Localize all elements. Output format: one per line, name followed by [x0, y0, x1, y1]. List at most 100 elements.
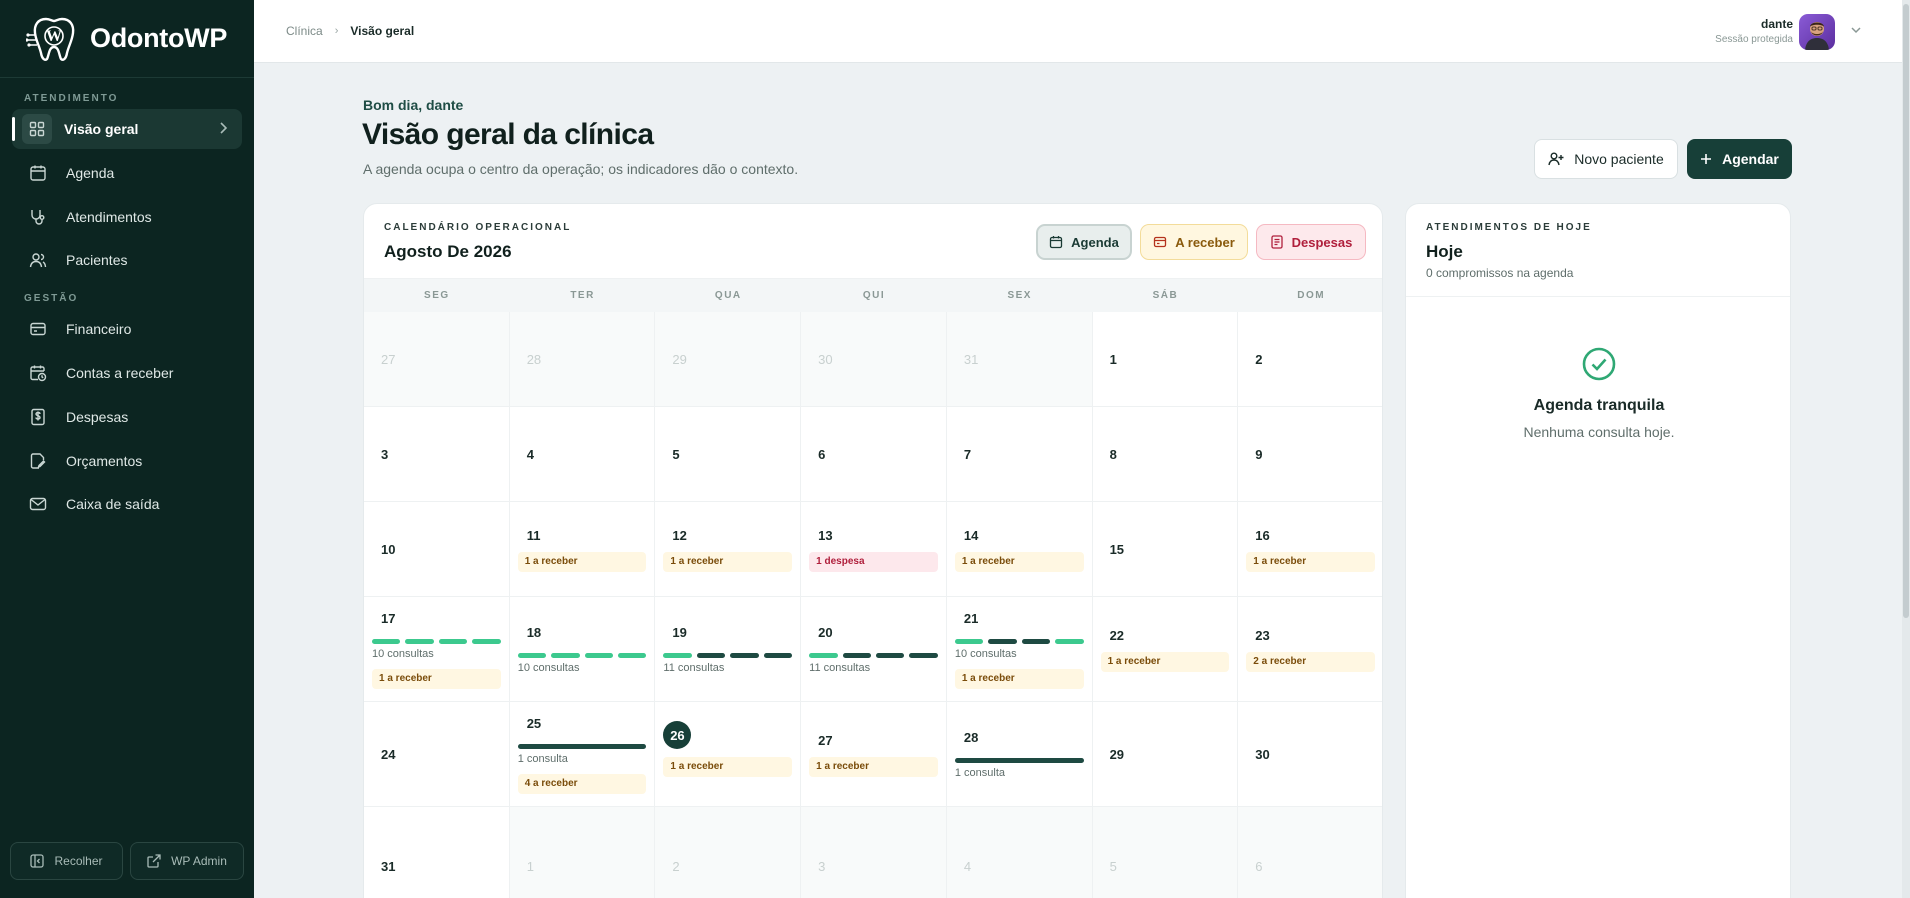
sidebar-item-label: Orçamentos	[66, 453, 143, 469]
sidebar-item-contas-a-receber[interactable]: Contas a receber	[12, 353, 242, 393]
sidebar-item-orcamentos[interactable]: Orçamentos	[12, 441, 242, 481]
consultation-count: 1 consulta	[517, 753, 568, 765]
filter-expenses-chip[interactable]: Despesas	[1256, 224, 1366, 260]
calendar-day-cell[interactable]: 11 1 a receber	[509, 502, 656, 597]
calendar-day-cell[interactable]: 4	[946, 807, 1093, 898]
receivable-badge[interactable]: 1 a receber	[372, 669, 501, 689]
receivable-badge[interactable]: 1 a receber	[517, 552, 647, 572]
calendar-day-cell[interactable]: 10	[364, 502, 510, 597]
collapse-sidebar-button[interactable]: Recolher	[10, 842, 123, 880]
sidebar-item-visao-geral[interactable]: Visão geral	[12, 109, 242, 149]
appointment-bar	[842, 653, 871, 658]
page-scrollbar[interactable]	[1902, 0, 1910, 898]
filter-receivable-chip[interactable]: A receber	[1140, 224, 1248, 260]
receivable-badge[interactable]: 2 a receber	[1246, 652, 1375, 672]
todays-appointments: ATENDIMENTOS DE HOJE Hoje 0 compromissos…	[1405, 203, 1791, 898]
new-patient-button[interactable]: Novo paciente	[1534, 139, 1678, 179]
page-subtitle: A agenda ocupa o centro da operação; os …	[363, 161, 799, 177]
filter-agenda-chip[interactable]: Agenda	[1036, 224, 1132, 260]
calendar-day-cell[interactable]: 6	[1238, 807, 1382, 898]
sidebar-item-agenda[interactable]: Agenda	[12, 153, 242, 193]
calendar-day-cell[interactable]: 21 10 consultas 1 a receber	[946, 597, 1093, 702]
calendar-day-cell[interactable]: 3	[801, 807, 947, 898]
avatar[interactable]	[1799, 14, 1835, 50]
calendar-day-cell[interactable]: 30	[1238, 702, 1382, 807]
day-number: 31	[963, 352, 979, 367]
calendar-day-cell[interactable]: 15	[1092, 502, 1239, 597]
calendar-day-cell[interactable]: 12 1 a receber	[655, 502, 802, 597]
calendar-day-cell[interactable]: 25 1 consulta 4 a receber	[509, 702, 656, 807]
day-number: 2	[1255, 352, 1263, 367]
calendar-day-cell[interactable]: 5	[1092, 807, 1239, 898]
calendar-day-cell[interactable]: 2	[655, 807, 802, 898]
sidebar-item-atendimentos[interactable]: Atendimentos	[12, 197, 242, 237]
calendar-day-cell[interactable]: 26 1 a receber	[655, 702, 802, 807]
sidebar-item-pacientes[interactable]: Pacientes	[12, 240, 242, 280]
day-number: 29	[1109, 747, 1125, 762]
calendar-day-cell[interactable]: 30	[801, 312, 947, 407]
calendar-day-cell[interactable]: 13 1 despesa	[801, 502, 947, 597]
sidebar-item-caixa-de-saida[interactable]: Caixa de saída	[12, 484, 242, 524]
calendar-day-cell[interactable]: 16 1 a receber	[1238, 502, 1382, 597]
receivable-badge[interactable]: 1 a receber	[954, 552, 1084, 572]
topbar: Clínica › Visão geral dante Sessão prote…	[254, 0, 1910, 63]
day-number: 17	[381, 611, 396, 626]
receivable-badge[interactable]: 1 a receber	[809, 757, 938, 777]
calendar-day-cell[interactable]: 24	[364, 702, 510, 807]
calendar-day-cell[interactable]: 4	[509, 407, 656, 502]
scrollbar-thumb[interactable]	[1903, 4, 1909, 618]
weekday-label: QUI	[862, 290, 886, 301]
calendar-day-cell[interactable]: 18 10 consultas	[509, 597, 656, 702]
day-number: 28	[526, 352, 542, 367]
wallet-icon	[1154, 236, 1167, 248]
day-number: 5	[672, 447, 680, 462]
calendar-day-cell[interactable]: 31	[364, 807, 510, 898]
day-number: 30	[1255, 747, 1270, 762]
appointment-bar	[517, 653, 547, 658]
today-kicker: ATENDIMENTOS DE HOJE	[1426, 222, 1592, 233]
calendar-day-cell[interactable]: 14 1 a receber	[946, 502, 1093, 597]
calendar-day-cell[interactable]: 19 11 consultas	[655, 597, 802, 702]
calendar-day-cell[interactable]: 8	[1092, 407, 1239, 502]
calendar-day-cell[interactable]: 28	[509, 312, 656, 407]
calendar-day-cell[interactable]: 1	[1092, 312, 1239, 407]
receivable-badge[interactable]: 1 a receber	[1100, 652, 1230, 672]
sidebar-item-despesas[interactable]: Despesas	[12, 397, 242, 437]
day-number: 23	[1255, 628, 1270, 643]
schedule-button[interactable]: Agendar	[1687, 139, 1792, 179]
brand[interactable]: W OdontoWP	[0, 0, 254, 78]
user-name[interactable]: dante	[1761, 17, 1793, 31]
calendar-day-cell[interactable]: 27 1 a receber	[801, 702, 947, 807]
receivable-badge[interactable]: 1 a receber	[663, 757, 793, 777]
calendar-day-cell[interactable]: 27	[364, 312, 510, 407]
collapse-label: Recolher	[54, 854, 103, 868]
calendar-day-cell[interactable]: 3	[364, 407, 510, 502]
sidebar-item-financeiro[interactable]: Financeiro	[12, 309, 242, 349]
chevron-down-icon[interactable]	[1850, 25, 1862, 35]
receipt-icon	[1270, 235, 1283, 249]
calendar-day-cell[interactable]: 20 11 consultas	[801, 597, 947, 702]
calendar-day-cell[interactable]: 2	[1238, 312, 1382, 407]
receivable-badge[interactable]: 4 a receber	[517, 774, 647, 794]
calendar-day-cell[interactable]: 23 2 a receber	[1238, 597, 1382, 702]
appointment-bar	[988, 639, 1017, 644]
receivable-badge[interactable]: 1 a receber	[1246, 552, 1375, 572]
calendar-day-cell[interactable]: 28 1 consulta	[946, 702, 1093, 807]
calendar-day-cell[interactable]: 5	[655, 407, 802, 502]
expense-badge[interactable]: 1 despesa	[809, 552, 938, 572]
calendar-day-cell[interactable]: 6	[801, 407, 947, 502]
breadcrumb-clinica[interactable]: Clínica	[286, 24, 323, 38]
calendar-day-cell[interactable]: 29	[1092, 702, 1239, 807]
calendar-day-cell[interactable]: 31	[946, 312, 1093, 407]
wp-admin-button[interactable]: WP Admin	[130, 842, 244, 880]
day-number: 7	[963, 447, 972, 462]
receivable-badge[interactable]: 1 a receber	[663, 552, 793, 572]
calendar-day-cell[interactable]: 9	[1238, 407, 1382, 502]
calendar-day-cell[interactable]: 1	[509, 807, 656, 898]
calendar-day-cell[interactable]: 22 1 a receber	[1092, 597, 1239, 702]
weekday-label: SEG	[424, 290, 450, 301]
calendar-day-cell[interactable]: 17 10 consultas 1 a receber	[364, 597, 510, 702]
calendar-day-cell[interactable]: 29	[655, 312, 802, 407]
receivable-badge[interactable]: 1 a receber	[954, 669, 1084, 689]
calendar-day-cell[interactable]: 7	[946, 407, 1093, 502]
